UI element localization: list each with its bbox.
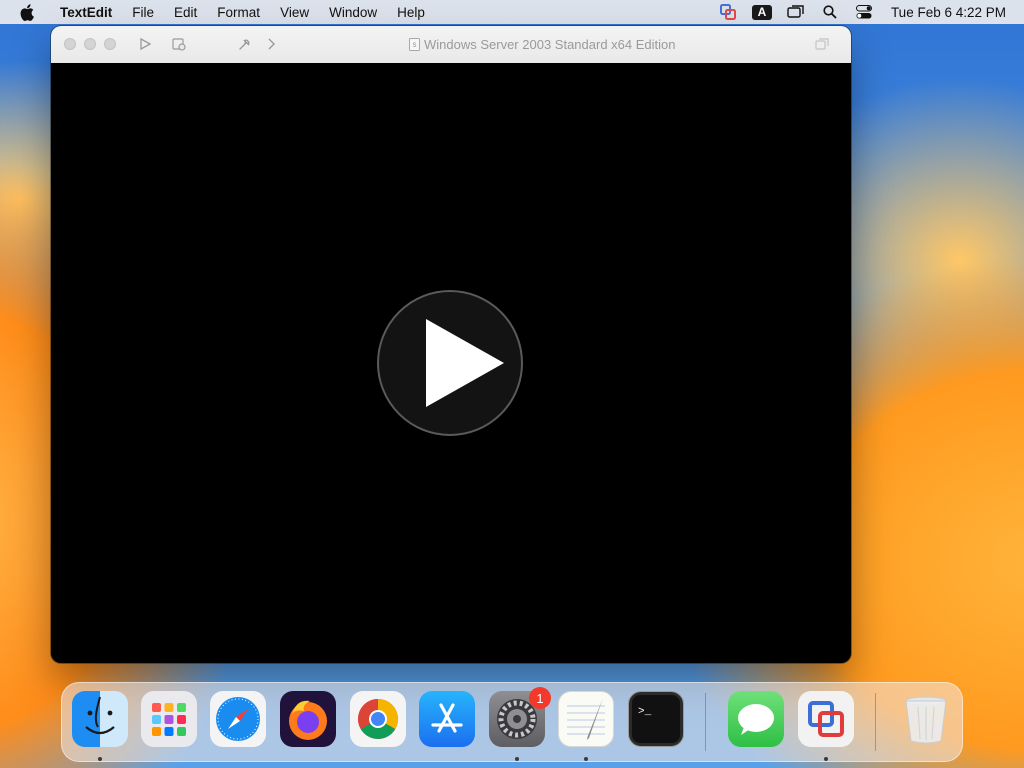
menu-file[interactable]: File: [122, 5, 164, 20]
menu-window[interactable]: Window: [319, 5, 387, 20]
notification-badge: 1: [529, 687, 551, 709]
messages-icon[interactable]: [728, 691, 784, 747]
input-source-label: A: [751, 4, 772, 20]
input-source-icon[interactable]: A: [751, 3, 773, 21]
dock-separator: [875, 693, 876, 751]
window-title-text: Windows Server 2003 Standard x64 Edition: [424, 37, 676, 52]
firefox-icon[interactable]: [280, 691, 336, 747]
finder-icon[interactable]: [72, 691, 128, 747]
menu-view[interactable]: View: [270, 5, 319, 20]
settings-wrench-icon[interactable]: [237, 36, 253, 52]
window-titlebar[interactable]: S Windows Server 2003 Standard x64 Editi…: [51, 26, 851, 64]
menu-format[interactable]: Format: [207, 5, 270, 20]
chevron-right-icon[interactable]: [263, 36, 279, 52]
play-overlay-button[interactable]: [377, 290, 523, 436]
menu-app-name[interactable]: TextEdit: [50, 5, 122, 20]
vmware-status-icon[interactable]: [717, 3, 739, 21]
terminal-icon[interactable]: >_: [628, 691, 684, 747]
play-vm-button[interactable]: [137, 36, 153, 52]
safari-icon[interactable]: [210, 691, 266, 747]
launchpad-icon[interactable]: [141, 691, 197, 747]
close-button[interactable]: [64, 38, 76, 50]
fullscreen-icon[interactable]: [814, 36, 830, 52]
document-icon: S: [409, 38, 420, 51]
chrome-icon[interactable]: [350, 691, 406, 747]
window-title: S Windows Server 2003 Standard x64 Editi…: [409, 37, 675, 52]
menu-edit[interactable]: Edit: [164, 5, 207, 20]
system-settings-icon[interactable]: 1: [489, 687, 551, 747]
screen-mirroring-icon[interactable]: [785, 3, 807, 21]
minimize-button[interactable]: [84, 38, 96, 50]
running-indicator: [515, 757, 519, 761]
apple-menu-icon[interactable]: [18, 3, 36, 21]
vm-window: S Windows Server 2003 Standard x64 Editi…: [51, 26, 851, 663]
zoom-button[interactable]: [104, 38, 116, 50]
running-indicator: [824, 757, 828, 761]
snapshot-icon[interactable]: [171, 36, 187, 52]
menu-bar: TextEdit File Edit Format View Window He…: [0, 0, 1024, 24]
window-controls: [64, 38, 116, 50]
trash-icon[interactable]: [898, 691, 954, 747]
menu-help[interactable]: Help: [387, 5, 435, 20]
svg-text:S: S: [412, 43, 416, 49]
spotlight-search-icon[interactable]: [819, 3, 841, 21]
running-indicator: [584, 757, 588, 761]
vm-screen[interactable]: [51, 63, 851, 663]
menu-clock[interactable]: Tue Feb 6 4:22 PM: [891, 5, 1006, 20]
play-icon: [426, 319, 504, 407]
vmware-fusion-icon[interactable]: [798, 691, 854, 747]
running-indicator: [98, 757, 102, 761]
dock-separator: [705, 693, 706, 751]
app-store-icon[interactable]: [419, 691, 475, 747]
dock: 1 >_: [61, 682, 963, 762]
control-center-icon[interactable]: [853, 3, 875, 21]
textedit-icon[interactable]: [558, 691, 614, 747]
svg-text:>_: >_: [638, 706, 652, 718]
